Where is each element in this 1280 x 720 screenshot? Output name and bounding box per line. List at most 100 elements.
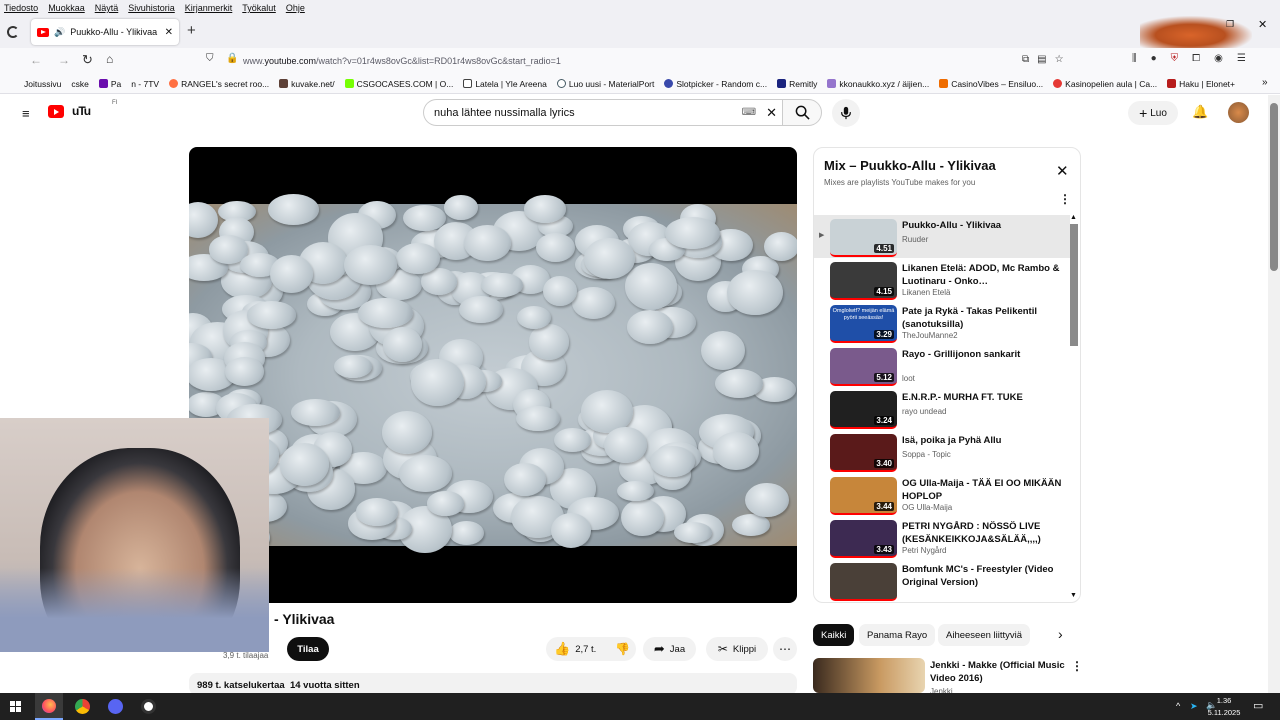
scroll-down-icon[interactable]: ▼ — [1070, 592, 1077, 599]
recommendation-title[interactable]: Jenkki - Makke (Official Music Video 201… — [930, 659, 1065, 685]
ublock-icon[interactable]: ⛨ — [1171, 53, 1179, 64]
bookmark-star-icon[interactable]: ☆ — [1055, 54, 1064, 65]
bookmark-4[interactable]: RANGEL's secret roo... — [169, 79, 269, 89]
video-player[interactable] — [189, 147, 797, 603]
playlist-item-title[interactable]: Puukko-Allu - Ylikivaa — [902, 219, 1062, 232]
menu-icon[interactable]: ☰ — [1237, 53, 1246, 64]
reader-view-icon[interactable]: ▤ — [1037, 54, 1046, 65]
page-scrollbar[interactable] — [1268, 95, 1280, 693]
playlist-thumbnail[interactable]: 4.15 — [830, 262, 897, 300]
chrome-icon[interactable] — [75, 699, 90, 714]
playlist-thumbnail[interactable]: 3.40 — [830, 434, 897, 472]
bookmark-7[interactable]: Latela | Yle Areena — [463, 79, 547, 89]
share-button[interactable]: ➦ Jaa — [643, 637, 696, 661]
playlist-menu-icon[interactable]: ⋮ — [1059, 192, 1071, 206]
extensions-icon[interactable]: ⧠ — [1192, 53, 1200, 64]
clock-date[interactable]: 5.11.2025 — [1204, 708, 1244, 717]
clip-button[interactable]: ✂ Klippi — [706, 637, 768, 661]
like-icon[interactable]: 👍 — [554, 641, 570, 657]
playlist-item-title[interactable]: Likanen Etelä: ADOD, Mc Rambo & Luotinar… — [902, 262, 1062, 288]
bookmark-0[interactable]: Joitussivu — [24, 79, 61, 89]
chip-panama-rayo[interactable]: Panama Rayo — [859, 624, 936, 646]
recommendation-thumbnail[interactable] — [813, 658, 925, 693]
playlist-item[interactable]: Omglolwtf? meijän elämä pyörii seeässäs!… — [814, 301, 1070, 344]
clear-search-icon[interactable]: ✕ — [766, 105, 777, 121]
playlist-thumbnail[interactable] — [830, 563, 897, 601]
menu-tools[interactable]: Työkalut — [242, 3, 276, 13]
bookmark-14[interactable]: Haku | Elonet+ — [1167, 79, 1235, 89]
bookmark-1[interactable]: cske — [71, 79, 88, 89]
playlist-item[interactable]: ▶ 4.51 Puukko-Allu - Ylikivaa Ruuder — [814, 215, 1070, 258]
library-icon[interactable]: ⫼ — [1132, 53, 1137, 64]
hamburger-menu-icon[interactable]: ≡ — [22, 106, 30, 121]
bookmark-10[interactable]: Remitly — [777, 79, 817, 89]
playlist-thumbnail[interactable]: 3.44 — [830, 477, 897, 515]
menu-help[interactable]: Ohje — [286, 3, 305, 13]
playlist-item-title[interactable]: Bomfunk MC's - Freestyler (Video Origina… — [902, 563, 1062, 589]
bookmark-2[interactable]: Pa — [98, 79, 121, 89]
extension-icon[interactable]: ● — [1151, 53, 1157, 64]
subscribe-button[interactable]: Tilaa — [287, 637, 329, 661]
playlist-item[interactable]: 4.15 Likanen Etelä: ADOD, Mc Rambo & Luot… — [814, 258, 1070, 301]
chips-next-icon[interactable]: › — [1058, 626, 1063, 642]
restore-window-icon[interactable]: ❐ — [1226, 19, 1234, 30]
bookmark-8[interactable]: Luo uusi - MaterialPort — [556, 79, 654, 89]
bookmark-3[interactable]: n - 7TV — [131, 79, 159, 89]
obs-icon[interactable] — [141, 699, 156, 714]
playlist-item-title[interactable]: Pate ja Rykä - Takas Pelikentil (sanotuk… — [902, 305, 1062, 331]
menu-history[interactable]: Sivuhistoria — [128, 3, 175, 13]
playlist-item-title[interactable]: Isä, poika ja Pyhä Allu — [902, 434, 1062, 447]
taskbar-firefox[interactable] — [35, 693, 63, 720]
youtube-logo-icon[interactable] — [48, 105, 64, 118]
voice-search-button[interactable] — [832, 99, 860, 127]
menu-view[interactable]: Näytä — [95, 3, 119, 13]
notification-center-icon[interactable]: ▭ — [1253, 699, 1263, 712]
scroll-up-icon[interactable]: ▲ — [1070, 214, 1077, 221]
picture-in-picture-icon[interactable]: ⧉ — [1022, 54, 1029, 65]
chip-all[interactable]: Kaikki — [813, 624, 855, 646]
firefox-view-icon[interactable] — [7, 26, 19, 38]
playlist-thumbnail[interactable]: Omglolwtf? meijän elämä pyörii seeässäs!… — [830, 305, 897, 343]
chip-related[interactable]: Aiheeseen liittyviä — [938, 624, 1031, 646]
keyboard-icon[interactable]: ⌨ — [742, 107, 756, 118]
create-button[interactable]: + Luo — [1128, 101, 1178, 125]
close-window-icon[interactable]: ✕ — [1258, 18, 1267, 31]
playlist-item[interactable]: 3.43 PETRI NYGÅRD : NÖSSÖ LIVE (KESÄNKEIK… — [814, 516, 1070, 559]
menu-bookmarks[interactable]: Kirjanmerkit — [185, 3, 233, 13]
playlist-thumbnail[interactable]: 3.24 — [830, 391, 897, 429]
playlist-item[interactable]: 3.24 E.N.R.P.- MURHA FT. TUKE rayo undead — [814, 387, 1070, 430]
account-icon[interactable]: ◉ — [1214, 53, 1223, 64]
tray-chevron-icon[interactable]: ^ — [1176, 701, 1180, 711]
bookmark-6[interactable]: CSGOCASES.COM | O... — [344, 79, 453, 89]
playlist-thumbnail[interactable]: 3.43 — [830, 520, 897, 558]
playlist-item-title[interactable]: Rayo - Grillijonon sankarit — [902, 348, 1062, 361]
menu-file[interactable]: Tiedosto — [4, 3, 38, 13]
more-actions-button[interactable]: ⋯ — [773, 637, 797, 661]
search-input[interactable]: nuha lähtee nussimalla lyrics ⌨ ✕ — [423, 99, 783, 126]
playlist-item-title[interactable]: OG Ulla-Maija - TÄÄ EI OO MIKÄÄN HOPLOP — [902, 477, 1062, 503]
playlist-thumbnail[interactable]: 5.12 — [830, 348, 897, 386]
discord-icon[interactable] — [108, 699, 123, 714]
playlist-item[interactable]: 3.40 Isä, poika ja Pyhä Allu Soppa - Topic — [814, 430, 1070, 473]
bookmark-11[interactable]: kkonaukko.xyz / äijien... — [827, 79, 929, 89]
windows-start-icon[interactable] — [10, 701, 21, 712]
playlist-item-title[interactable]: PETRI NYGÅRD : NÖSSÖ LIVE (KESÄNKEIKKOJA… — [902, 520, 1062, 546]
back-icon[interactable]: ← — [30, 53, 42, 67]
close-playlist-icon[interactable]: ✕ — [1056, 162, 1069, 180]
avatar[interactable] — [1228, 102, 1249, 123]
bookmark-9[interactable]: Slotpicker - Random c... — [664, 79, 767, 89]
playlist-scrollbar-thumb[interactable] — [1070, 224, 1078, 346]
bookmark-12[interactable]: CasinoVibes – Ensiluo... — [939, 79, 1043, 89]
bookmark-5[interactable]: kuvake.net/ — [279, 79, 335, 89]
home-icon[interactable]: ⌂ — [106, 52, 113, 66]
bookmarks-overflow-icon[interactable]: » — [1262, 77, 1268, 88]
bookmark-13[interactable]: Kasinopelien aula | Ca... — [1053, 79, 1157, 89]
menu-edit[interactable]: Muokkaa — [48, 3, 85, 13]
dislike-icon[interactable]: 👎 — [615, 642, 630, 656]
playlist-item[interactable]: 5.12 Rayo - Grillijonon sankarit loot — [814, 344, 1070, 387]
forward-icon[interactable]: → — [58, 53, 70, 67]
description-box[interactable]: 989 t. katselukertaa 14 vuotta sitten — [189, 673, 797, 695]
new-tab-button[interactable]: + — [187, 22, 196, 39]
search-button[interactable] — [782, 99, 822, 126]
tab-close-icon[interactable]: ✕ — [165, 27, 173, 38]
